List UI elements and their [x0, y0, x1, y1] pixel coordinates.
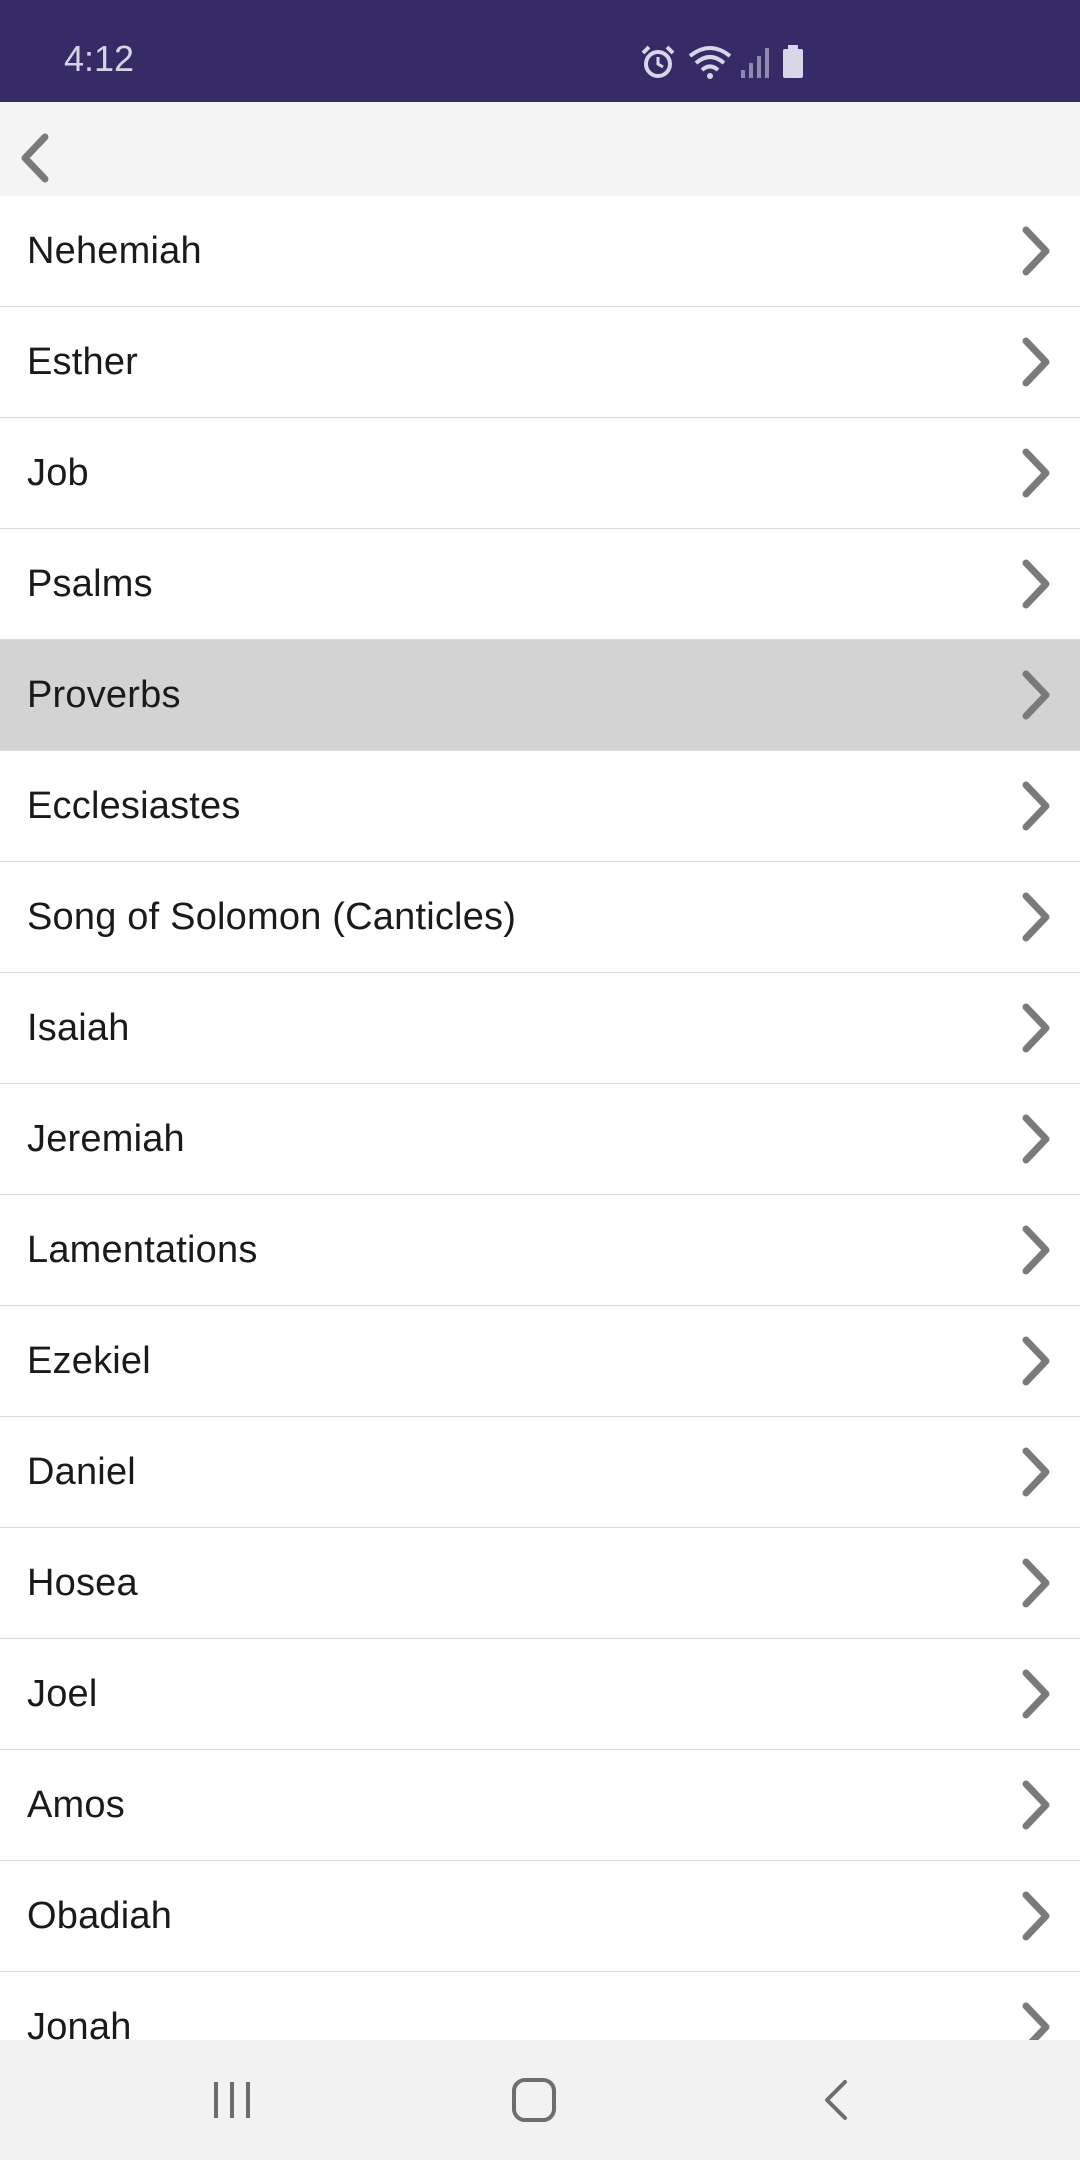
list-item[interactable]: Jonah	[0, 1972, 1080, 2040]
list-item[interactable]: Esther	[0, 307, 1080, 418]
status-time: 4:12	[64, 38, 135, 79]
chevron-right-icon	[1022, 892, 1050, 942]
list-item[interactable]: Job	[0, 418, 1080, 529]
chevron-right-icon	[1022, 1447, 1050, 1497]
list-item-label: Song of Solomon (Canticles)	[27, 896, 517, 938]
list-item[interactable]: Obadiah	[0, 1861, 1080, 1972]
list-item-label: Proverbs	[27, 674, 181, 716]
chevron-right-icon	[1022, 1669, 1050, 1719]
home-button[interactable]	[434, 2040, 634, 2160]
list-item-label: Jonah	[27, 2006, 132, 2040]
navigation-bar	[0, 2040, 1080, 2160]
list-item[interactable]: Psalms	[0, 529, 1080, 640]
list-item[interactable]: Hosea	[0, 1528, 1080, 1639]
list-item-label: Jeremiah	[27, 1118, 185, 1160]
list-item-label: Job	[27, 452, 89, 494]
home-icon	[512, 2078, 556, 2122]
list-item-label: Daniel	[27, 1451, 136, 1493]
list-item[interactable]: Ecclesiastes	[0, 751, 1080, 862]
list-item[interactable]: Nehemiah	[0, 196, 1080, 307]
list-item[interactable]: Lamentations	[0, 1195, 1080, 1306]
chevron-left-icon	[21, 133, 49, 183]
list-item-label: Psalms	[27, 563, 153, 605]
list-item-label: Amos	[27, 1784, 125, 1826]
alarm-icon	[641, 45, 675, 78]
chevron-right-icon	[1022, 337, 1050, 387]
chevron-right-icon	[1022, 670, 1050, 720]
list-item-label: Joel	[27, 1673, 98, 1715]
chevron-right-icon	[1022, 1003, 1050, 1053]
list-item[interactable]: Joel	[0, 1639, 1080, 1750]
system-back-button[interactable]	[736, 2040, 936, 2160]
chevron-right-icon	[1022, 2002, 1050, 2040]
chevron-right-icon	[1022, 1114, 1050, 1164]
list-item[interactable]: Daniel	[0, 1417, 1080, 1528]
list-item[interactable]: Amos	[0, 1750, 1080, 1861]
chevron-right-icon	[1022, 448, 1050, 498]
list-item-label: Ezekiel	[27, 1340, 151, 1382]
chevron-right-icon	[1022, 559, 1050, 609]
signal-icon	[741, 48, 769, 78]
list-item-label: Obadiah	[27, 1895, 173, 1937]
wifi-icon	[688, 46, 732, 79]
list-item-label: Lamentations	[27, 1229, 258, 1271]
book-list: Nehemiah Esther Job Psalms Proverbs Ecclesias…	[0, 196, 1080, 2040]
list-item[interactable]: Ezekiel	[0, 1306, 1080, 1417]
chevron-right-icon	[1022, 1336, 1050, 1386]
list-item-label: Ecclesiastes	[27, 785, 241, 827]
list-item-label: Hosea	[27, 1562, 138, 1604]
list-item-label: Isaiah	[27, 1007, 130, 1049]
list-item[interactable]: Song of Solomon (Canticles)	[0, 862, 1080, 973]
list-item[interactable]: Isaiah	[0, 973, 1080, 1084]
chevron-right-icon	[1022, 1558, 1050, 1608]
recent-apps-button[interactable]	[132, 2040, 332, 2160]
chevron-right-icon	[1022, 1891, 1050, 1941]
list-item[interactable]: Jeremiah	[0, 1084, 1080, 1195]
battery-icon	[783, 45, 803, 78]
chevron-right-icon	[1022, 781, 1050, 831]
chevron-right-icon	[1022, 226, 1050, 276]
list-item-label: Nehemiah	[27, 230, 202, 272]
list-item[interactable]: Proverbs	[0, 640, 1080, 751]
recent-apps-icon	[214, 2082, 250, 2118]
list-item-label: Esther	[27, 341, 139, 383]
chevron-right-icon	[1022, 1780, 1050, 1830]
status-bar: 4:12	[0, 0, 1080, 102]
back-icon	[825, 2080, 847, 2120]
chevron-right-icon	[1022, 1225, 1050, 1275]
